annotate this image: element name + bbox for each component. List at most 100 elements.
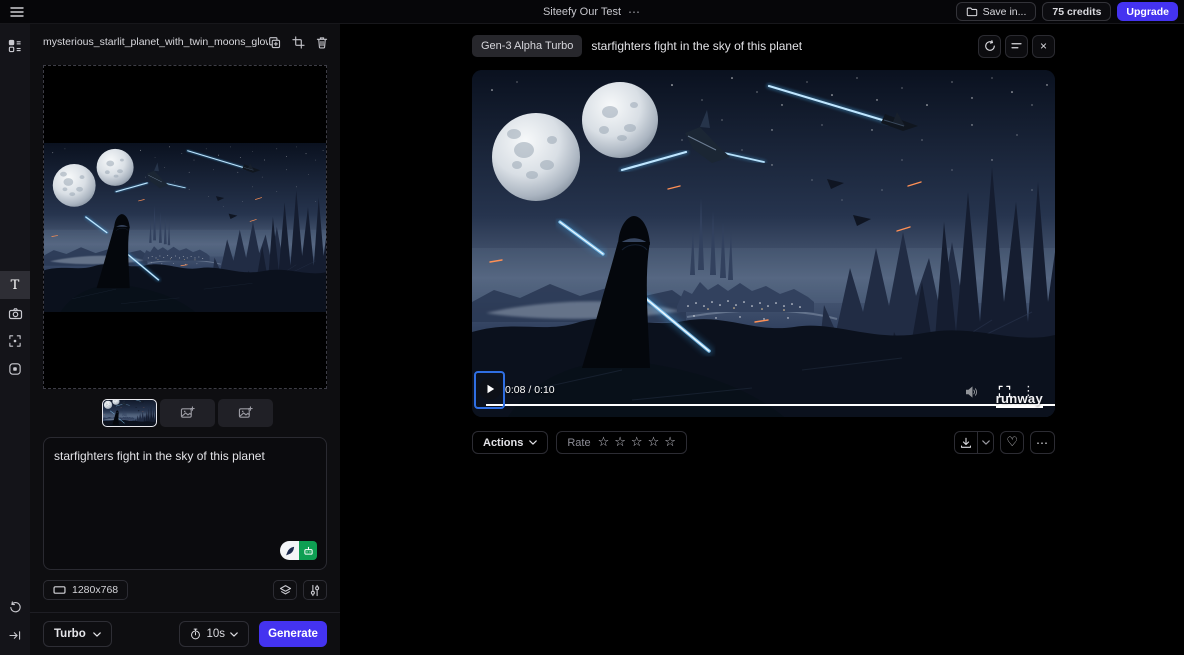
keyframe-slot-first[interactable] <box>102 399 157 427</box>
keyframe-slot-middle[interactable] <box>160 399 215 427</box>
model-label: Turbo <box>54 628 86 640</box>
duplicate-asset-icon[interactable] <box>268 36 281 49</box>
crop-asset-icon[interactable] <box>292 36 305 49</box>
resolution-label: 1280x768 <box>72 584 118 596</box>
expand-arrows-icon <box>8 334 22 348</box>
video-player[interactable]: 0:08 / 0:10 ⋮ runway <box>472 70 1055 417</box>
video-progress-bar[interactable] <box>486 404 1055 407</box>
folder-icon <box>966 6 978 17</box>
hamburger-menu-icon[interactable] <box>8 3 26 21</box>
close-button[interactable]: × <box>1032 35 1055 58</box>
credits-label: 75 credits <box>1052 6 1101 18</box>
upgrade-button[interactable]: Upgrade <box>1117 2 1178 21</box>
generate-button[interactable]: Generate <box>259 621 327 647</box>
download-icon <box>960 437 972 449</box>
frames-icon <box>8 362 22 376</box>
chevron-down-icon <box>982 440 990 445</box>
project-title: Siteefy Our Test <box>543 6 621 18</box>
chevron-down-icon <box>230 632 238 637</box>
more-icon: ⋯ <box>1036 437 1049 449</box>
text-tool-icon: T <box>11 278 20 293</box>
details-lines-icon <box>1011 42 1022 50</box>
frames-tool-button[interactable] <box>0 355 30 383</box>
generation-prompt: starfighters fight in the sky of this pl… <box>591 39 802 53</box>
robot-icon <box>299 541 317 560</box>
quill-icon <box>280 541 299 560</box>
landscape-ratio-icon <box>53 585 66 595</box>
prompt-input[interactable]: starfighters fight in the sky of this pl… <box>43 437 327 570</box>
assets-icon[interactable] <box>0 32 30 60</box>
generate-bar: Turbo 10s Generate <box>30 612 340 655</box>
generation-actions-row: Actions Rate ☆ ☆ ☆ ☆ ☆ ♡ ⋯ <box>472 431 1055 454</box>
download-split-button <box>954 431 994 454</box>
favorite-button[interactable]: ♡ <box>1000 431 1024 454</box>
download-button[interactable] <box>955 432 977 453</box>
input-image-preview[interactable] <box>43 65 327 389</box>
project-title-menu[interactable]: ⋯ <box>628 5 641 19</box>
settings-sliders-button[interactable] <box>303 580 327 600</box>
topbar: Siteefy Our Test ⋯ Save in... 75 credits… <box>0 0 1184 24</box>
more-options-button[interactable]: ⋯ <box>1030 431 1055 454</box>
rate-label: Rate <box>567 437 590 449</box>
video-frame <box>472 70 1055 417</box>
history-icon <box>9 601 22 614</box>
settings-sliders-icon <box>309 584 321 597</box>
camera-tool-button[interactable] <box>0 299 30 327</box>
download-options-button[interactable] <box>977 432 993 453</box>
star-icon[interactable]: ☆ <box>614 436 626 449</box>
regenerate-button[interactable] <box>978 35 1001 58</box>
star-icon[interactable]: ☆ <box>648 436 660 449</box>
keyframe-slots <box>102 399 273 427</box>
credits-badge[interactable]: 75 credits <box>1042 2 1111 21</box>
tool-rail: T <box>0 24 30 655</box>
actions-dropdown[interactable]: Actions <box>472 431 548 454</box>
rate-widget: Rate ☆ ☆ ☆ ☆ ☆ <box>556 431 687 454</box>
duration-selector[interactable]: 10s <box>179 621 249 647</box>
stopwatch-icon <box>190 628 201 640</box>
text-tool-button[interactable]: T <box>0 271 30 299</box>
close-icon: × <box>1040 39 1047 53</box>
actions-label: Actions <box>483 437 523 449</box>
video-timestamp: 0:08 / 0:10 <box>505 384 555 396</box>
input-image <box>44 143 326 312</box>
duration-label: 10s <box>206 628 225 640</box>
chevron-down-icon <box>529 440 537 445</box>
runway-watermark: runway <box>996 392 1043 408</box>
save-in-button[interactable]: Save in... <box>956 2 1037 21</box>
expand-tool-button[interactable] <box>0 327 30 355</box>
save-in-label: Save in... <box>983 6 1027 18</box>
model-badge: Gen-3 Alpha Turbo <box>472 35 582 57</box>
play-button[interactable] <box>479 378 501 400</box>
history-button[interactable] <box>0 593 30 621</box>
output-settings-row: 1280x768 <box>43 580 327 600</box>
prompt-text: starfighters fight in the sky of this pl… <box>54 449 316 465</box>
model-selector[interactable]: Turbo <box>43 621 112 647</box>
generation-view: Gen-3 Alpha Turbo starfighters fight in … <box>340 24 1184 655</box>
details-button[interactable] <box>1005 35 1028 58</box>
heart-icon: ♡ <box>1006 436 1018 449</box>
input-panel: mysterious_starlit_planet_with_twin_moon… <box>30 24 340 655</box>
collapse-sidebar-button[interactable] <box>0 621 30 649</box>
add-image-icon <box>180 406 195 420</box>
layers-icon <box>279 584 292 597</box>
keyframe-slot-last[interactable] <box>218 399 273 427</box>
asset-filename: mysterious_starlit_planet_with_twin_moon… <box>43 36 268 48</box>
delete-asset-icon[interactable] <box>316 36 328 49</box>
writing-assistant-extension[interactable] <box>280 541 317 560</box>
add-image-icon <box>238 406 253 420</box>
asset-header: mysterious_starlit_planet_with_twin_moon… <box>43 33 328 51</box>
layers-button[interactable] <box>273 580 297 600</box>
play-icon <box>486 384 495 394</box>
resolution-selector[interactable]: 1280x768 <box>43 580 128 600</box>
volume-button[interactable] <box>965 386 979 398</box>
generation-header: Gen-3 Alpha Turbo starfighters fight in … <box>472 34 1055 58</box>
star-icon[interactable]: ☆ <box>664 436 676 449</box>
volume-icon <box>965 386 979 398</box>
star-icon[interactable]: ☆ <box>598 436 610 449</box>
collapse-sidebar-icon <box>9 630 21 641</box>
chevron-down-icon <box>93 632 101 637</box>
camera-icon <box>8 307 23 320</box>
keyframe-thumbnail <box>102 399 157 427</box>
star-icon[interactable]: ☆ <box>631 436 643 449</box>
refresh-icon <box>984 40 996 52</box>
